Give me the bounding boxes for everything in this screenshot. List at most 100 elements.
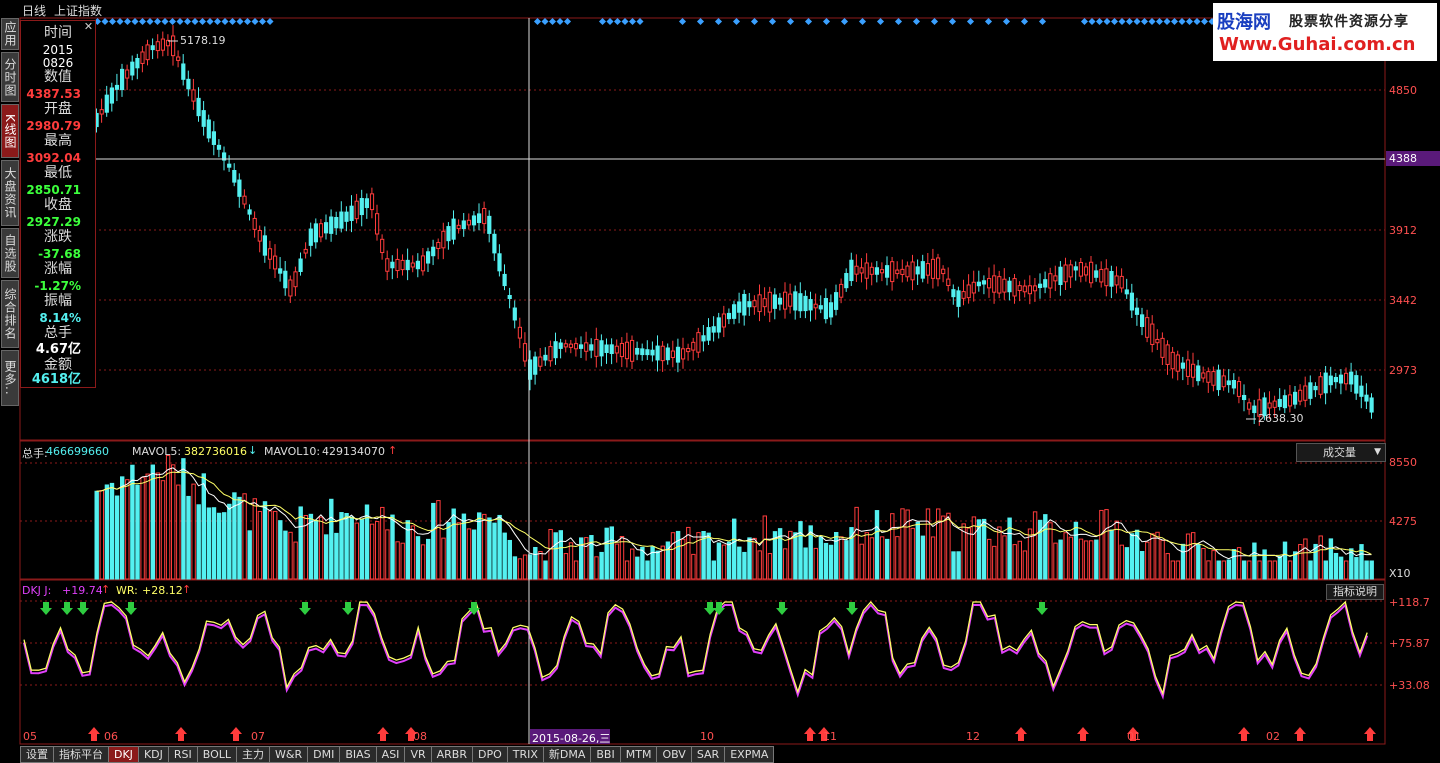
signal-diamond: [243, 17, 252, 26]
volume-bar: [446, 522, 451, 580]
candle-body: [1282, 395, 1288, 409]
candle-body: [267, 248, 273, 260]
volume-bar: [502, 532, 507, 580]
candle-body: [303, 248, 308, 254]
candle-body: [624, 341, 630, 360]
volume-bar: [400, 542, 405, 580]
chart-canvas[interactable]: [0, 0, 1440, 763]
logo-url: Www.Guhai.com.cn: [1219, 34, 1416, 55]
candle-body: [594, 338, 599, 357]
tab-rsi[interactable]: RSI: [167, 746, 198, 763]
volume-bar: [553, 532, 558, 580]
candle-body: [471, 215, 477, 226]
tab-arbr[interactable]: ARBR: [430, 746, 473, 763]
volume-bar: [426, 538, 431, 580]
side-button-kline[interactable]: K线图: [1, 104, 19, 158]
candle-body: [1053, 275, 1058, 282]
indicator-help-button[interactable]: 指标说明: [1326, 584, 1384, 600]
volume-bar: [1293, 551, 1298, 580]
volume-bar: [155, 472, 161, 580]
candle-body: [1267, 402, 1272, 409]
candle-body: [762, 298, 767, 308]
signal-diamond: [101, 17, 109, 26]
candle-body: [1318, 376, 1323, 395]
volume-bar: [145, 473, 150, 580]
volume-bar: [191, 483, 196, 580]
side-button-more[interactable]: 更多..: [1, 350, 19, 406]
volume-bar: [635, 556, 640, 580]
tab-expma[interactable]: EXPMA: [724, 746, 775, 763]
candle-body: [777, 297, 783, 305]
volume-bar: [890, 513, 895, 580]
vol-unit: X10: [1389, 567, 1411, 580]
dkj-value: +19.74: [62, 584, 103, 597]
candle-body: [726, 312, 732, 320]
candle-body: [410, 262, 415, 268]
volume-bar: [354, 522, 360, 580]
candle-body: [1298, 389, 1303, 402]
candle-body: [905, 265, 910, 278]
volume-bar: [783, 548, 788, 580]
candle-body: [1196, 365, 1201, 382]
volume-bar: [920, 535, 926, 580]
side-button-apps[interactable]: 应用: [1, 18, 19, 50]
tab-kdj[interactable]: KDJ: [137, 746, 169, 763]
volume-bar: [1083, 540, 1089, 580]
candle-body: [910, 261, 915, 281]
side-button-intraday[interactable]: 分时图: [1, 52, 19, 102]
candle-body: [375, 213, 380, 235]
volume-bar: [1073, 521, 1079, 580]
side-button-market-news[interactable]: 大盘资讯: [1, 160, 19, 226]
tab-main-force[interactable]: 主力: [236, 746, 271, 763]
ind-tick-1: +118.7: [1389, 596, 1430, 609]
crosshair-date: 2015-08-26,三: [532, 732, 611, 745]
tab-bias[interactable]: BIAS: [339, 746, 377, 763]
tab-mtm[interactable]: MTM: [619, 746, 658, 763]
candle-body: [1032, 285, 1038, 292]
signal-diamond: [714, 17, 723, 26]
tab-vr[interactable]: VR: [404, 746, 432, 763]
wr-value: +28.12: [142, 584, 183, 597]
candle-body: [1308, 382, 1313, 399]
tab-asi[interactable]: ASI: [375, 746, 406, 763]
tab-new-dma[interactable]: 新DMA: [542, 746, 592, 763]
tab-wr[interactable]: W&R: [269, 746, 309, 763]
tab-obv[interactable]: OBV: [656, 746, 692, 763]
candle-body: [696, 332, 701, 353]
volume-bar: [395, 541, 400, 580]
side-button-watchlist[interactable]: 自选股: [1, 228, 19, 278]
indicator-select[interactable]: 成交量 ▼: [1296, 443, 1386, 462]
tab-trix[interactable]: TRIX: [506, 746, 544, 763]
tab-settings[interactable]: 设置: [20, 746, 54, 763]
volume-bar: [1002, 535, 1007, 580]
volume-bar: [436, 500, 441, 580]
volume-bar: [1267, 560, 1272, 580]
volume-bar: [507, 539, 513, 580]
volume-bar: [1323, 560, 1328, 580]
tab-dmi[interactable]: DMI: [307, 746, 341, 763]
volume-bar: [160, 480, 166, 580]
tab-bbi[interactable]: BBI: [590, 746, 621, 763]
candle-body: [1129, 292, 1135, 311]
tab-sar[interactable]: SAR: [690, 746, 726, 763]
volume-bar: [737, 546, 742, 580]
signal-diamond: [138, 17, 147, 26]
candle-body: [1272, 400, 1277, 408]
candle-body: [461, 220, 466, 230]
tab-dpo[interactable]: DPO: [471, 746, 508, 763]
candle-body: [201, 110, 206, 127]
volume-bar: [288, 531, 293, 580]
index-name: 上证指数: [54, 4, 103, 18]
tab-boll[interactable]: BOLL: [196, 746, 238, 763]
tab-dkj[interactable]: DKJ: [108, 746, 139, 763]
candle-body: [920, 261, 925, 279]
volume-bar: [201, 473, 207, 580]
volume-bar: [1180, 543, 1186, 580]
wr-line: [23, 600, 1368, 696]
candle-body: [334, 217, 339, 229]
side-button-ranking[interactable]: 综合排名: [1, 280, 19, 348]
volume-bar: [1058, 539, 1063, 580]
volume-bar: [1231, 549, 1237, 580]
tab-indicator-platform[interactable]: 指标平台: [53, 746, 109, 763]
candle-body: [1211, 371, 1216, 386]
